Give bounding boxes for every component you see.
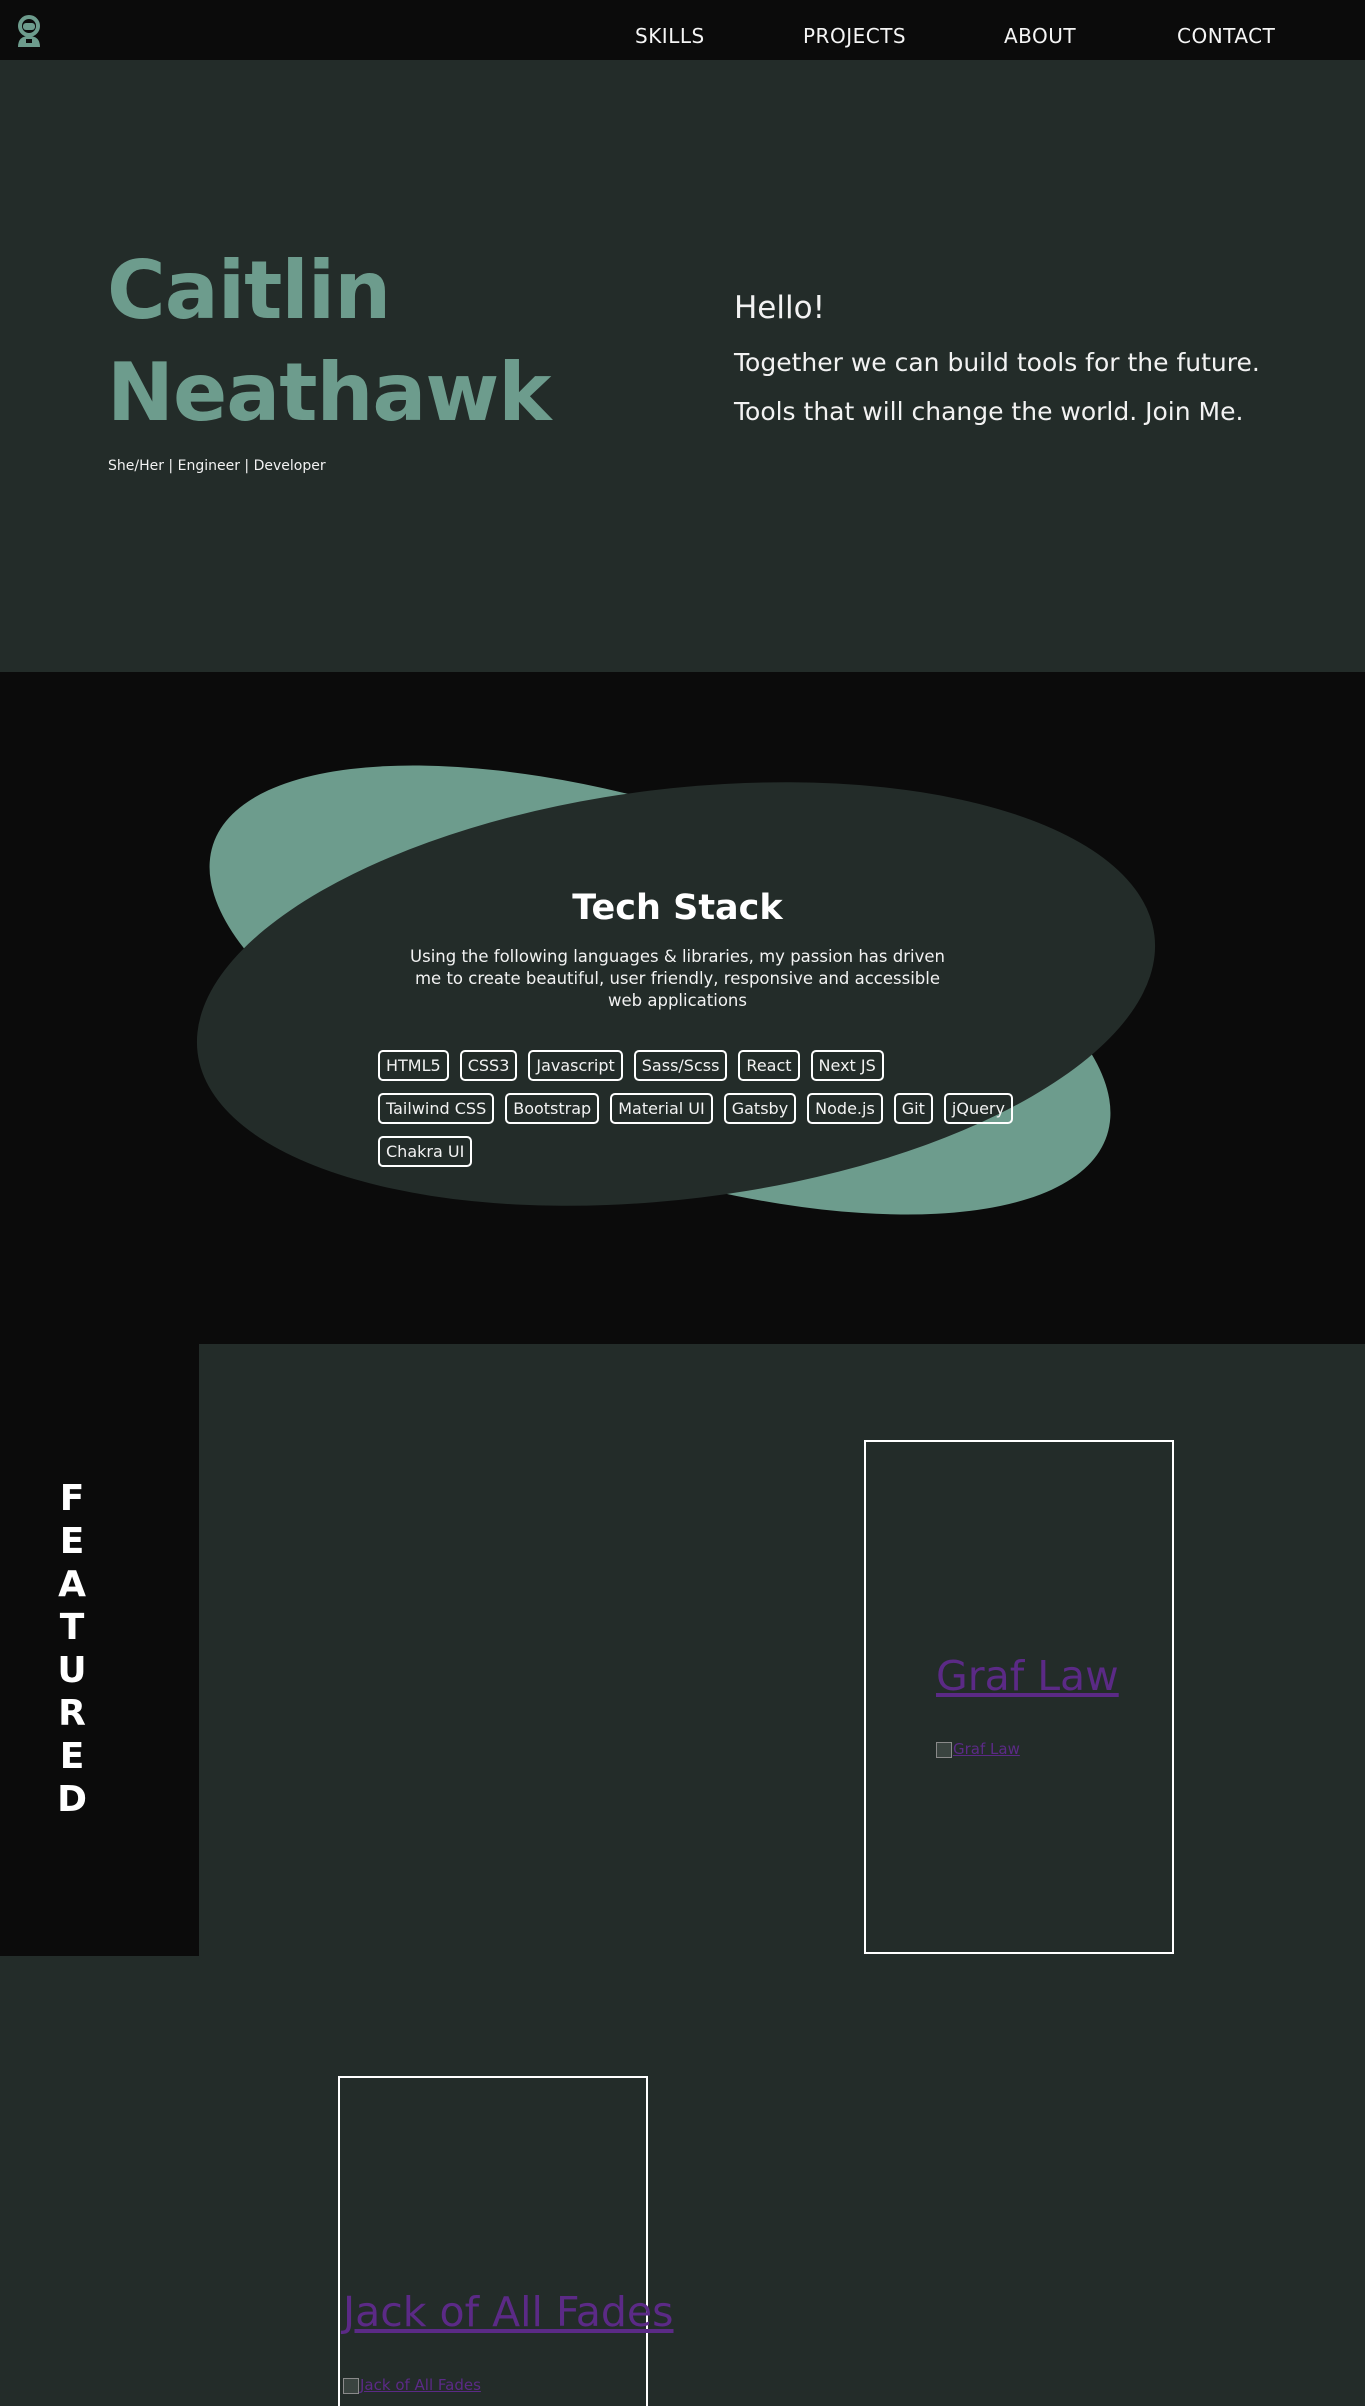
nav-skills-link[interactable]: SKILLS xyxy=(635,24,705,48)
hero-subtitle: She/Her | Engineer | Developer xyxy=(108,458,326,474)
featured-letter: T xyxy=(59,1607,85,1648)
hero-hello: Hello! xyxy=(734,290,826,326)
featured-letter: E xyxy=(59,1736,85,1777)
skill-chip: Next JS xyxy=(810,1050,884,1081)
project-image-alt: Jack of All Fades xyxy=(360,2376,481,2394)
project-card-jack-of-all-fades: Jack of All Fades Jack of All Fades xyxy=(338,2076,674,2406)
featured-letter: F xyxy=(59,1478,85,1519)
project-title-link[interactable]: Graf Law xyxy=(936,1652,1119,1700)
tech-stack-description: Using the following languages & librarie… xyxy=(410,947,945,1010)
hero-name-last: Neathawk xyxy=(107,346,551,439)
skill-chip: Node.js xyxy=(807,1093,883,1124)
skill-chip: HTML5 xyxy=(378,1050,449,1081)
skill-chip: CSS3 xyxy=(459,1050,518,1081)
featured-section: FEATURED Graf Law Graf Law Jack of All F… xyxy=(0,1344,1365,2406)
featured-letter: A xyxy=(58,1564,86,1605)
featured-letter: R xyxy=(58,1693,86,1734)
project-card-graf-law: Graf Law Graf Law xyxy=(864,1440,1174,1954)
skill-chip: Tailwind CSS xyxy=(378,1093,495,1124)
skill-chip: React xyxy=(738,1050,800,1081)
skill-chip: Bootstrap xyxy=(505,1093,600,1124)
hero-section: Caitlin Neathawk She/Her | Engineer | De… xyxy=(0,60,1365,672)
project-image-link[interactable]: Jack of All Fades xyxy=(343,2376,481,2394)
tech-stack-title: Tech Stack xyxy=(572,888,783,928)
skill-chip: jQuery xyxy=(943,1093,1013,1124)
hero-name: Caitlin Neathawk xyxy=(107,240,551,444)
featured-letter: E xyxy=(59,1521,85,1562)
broken-image-icon xyxy=(936,1741,952,1758)
skill-chip: Gatsby xyxy=(723,1093,797,1124)
skill-chip: Material UI xyxy=(610,1093,713,1124)
hero-intro: Hello! Together we can build tools for t… xyxy=(734,290,1260,446)
skill-chip: Javascript xyxy=(528,1050,623,1081)
tech-stack-section: Tech Stack Using the following languages… xyxy=(0,672,1365,1344)
skill-chip: Git xyxy=(893,1093,933,1124)
nav-projects-link[interactable]: PROJECTS xyxy=(803,24,906,48)
astronaut-icon[interactable] xyxy=(14,14,44,48)
skill-chip-list: HTML5 CSS3 Javascript Sass/Scss React Next JS… xyxy=(378,1050,1028,1179)
featured-sidebar: FEATURED xyxy=(0,1344,199,1956)
nav-contact-link[interactable]: CONTACT xyxy=(1177,24,1275,48)
featured-letter: U xyxy=(57,1650,87,1691)
hero-tagline-2: Tools that will change the world. Join M… xyxy=(734,397,1244,426)
hero-name-first: Caitlin xyxy=(107,244,391,337)
top-nav: SKILLS PROJECTS ABOUT CONTACT xyxy=(0,0,1365,61)
project-image-link[interactable]: Graf Law xyxy=(936,1740,1020,1758)
skill-chip: Chakra UI xyxy=(378,1136,473,1167)
project-image-alt: Graf Law xyxy=(953,1740,1020,1758)
skill-chip: Sass/Scss xyxy=(633,1050,728,1081)
featured-label: FEATURED xyxy=(57,1477,87,1821)
nav-about-link[interactable]: ABOUT xyxy=(1004,24,1076,48)
project-title-link[interactable]: Jack of All Fades xyxy=(343,2288,674,2336)
featured-letter: D xyxy=(57,1779,87,1820)
hero-tagline-1: Together we can build tools for the futu… xyxy=(734,348,1260,377)
broken-image-icon xyxy=(343,2377,359,2394)
